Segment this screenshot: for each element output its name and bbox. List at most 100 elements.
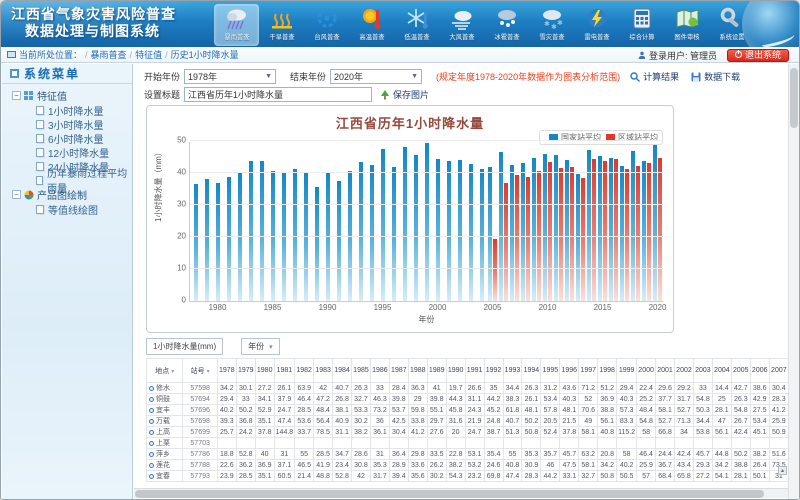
filter-arrow-icon[interactable]: ▾: [171, 369, 174, 375]
bar-国家站平均-2006[interactable]: [499, 152, 503, 301]
bar-区域站平均-2015[interactable]: [603, 161, 607, 301]
start-year-select[interactable]: 1978年▼: [184, 69, 276, 84]
bar-国家站平均-1982[interactable]: [238, 173, 242, 301]
bar-国家站平均-2016[interactable]: [609, 158, 613, 301]
bar-区域站平均-2010[interactable]: [548, 162, 552, 301]
tree-leaf-1小时降水量[interactable]: 1小时降水量: [12, 103, 132, 117]
table-row-萍乡[interactable]: 萍乡5778618.852.840315528.534.728.63136.42…: [147, 449, 789, 460]
bar-国家站平均-2020[interactable]: [653, 145, 657, 301]
horizontal-scrollbar[interactable]: [134, 488, 789, 498]
table-row-万载[interactable]: 万载5769839.336.835.147.453.656.440.930.23…: [147, 416, 789, 427]
bar-国家站平均-1993[interactable]: [359, 162, 363, 301]
toolbar-item-冰雹普查[interactable]: 冰雹普查: [484, 4, 529, 46]
toolbar-item-干旱普查[interactable]: 干旱普查: [259, 4, 304, 46]
table-row-上栗[interactable]: 上栗57703: [147, 438, 789, 449]
collapse-icon[interactable]: −: [12, 190, 21, 199]
data-download-button[interactable]: 数据下载: [691, 70, 740, 83]
bar-区域站平均-2014[interactable]: [592, 159, 596, 301]
bar-国家站平均-1990[interactable]: [326, 173, 330, 301]
bar-国家站平均-2000[interactable]: [436, 159, 440, 301]
bar-国家站平均-2012[interactable]: [565, 160, 569, 301]
bar-国家站平均-2002[interactable]: [458, 160, 462, 301]
bar-国家站平均-2018[interactable]: [631, 151, 635, 301]
toolbar-item-雪灾普查[interactable]: ✱✱✱雪灾普查: [529, 4, 574, 46]
toolbar-item-雷电普查[interactable]: 雷电普查: [574, 4, 619, 46]
toolbar-item-台风普查[interactable]: 台风普查: [304, 4, 349, 46]
bar-国家站平均-1984[interactable]: [260, 161, 264, 301]
tree-leaf-历年暴雨过程平均雨量[interactable]: 历年暴雨过程平均雨量: [12, 173, 132, 187]
bar-区域站平均-2008[interactable]: [526, 177, 530, 301]
bar-国家站平均-1980[interactable]: [216, 183, 220, 301]
bar-区域站平均-2007[interactable]: [515, 175, 519, 301]
bar-国家站平均-2008[interactable]: [521, 163, 525, 301]
bar-国家站平均-2011[interactable]: [554, 155, 558, 301]
vertical-scrollbar[interactable]: [788, 64, 799, 499]
toolbar-item-高温普查[interactable]: 高温普查: [349, 4, 394, 46]
bar-国家站平均-1979[interactable]: [205, 179, 209, 301]
table-row-修水[interactable]: 修水5759834.230.127.226.163.94240.726.3332…: [147, 383, 789, 394]
tree-leaf-12小时降水量[interactable]: 12小时降水量: [12, 145, 132, 159]
bar-区域站平均-2012[interactable]: [570, 167, 574, 301]
tree-node-特征值[interactable]: −特征值: [12, 88, 132, 103]
bar-国家站平均-1987[interactable]: [293, 169, 297, 301]
toolbar-item-综合计算[interactable]: 综合计算: [619, 4, 664, 46]
tree-leaf-6小时降水量[interactable]: 6小时降水量: [12, 131, 132, 145]
vertical-scrollbar-thumb[interactable]: [790, 68, 798, 128]
year-filter-dropdown[interactable]: 年份 ▾: [241, 338, 280, 355]
bar-国家站平均-1999[interactable]: [425, 143, 429, 301]
tree-leaf-3小时降水量[interactable]: 3小时降水量: [12, 117, 132, 131]
breadcrumb-item[interactable]: 暴雨普查: [91, 50, 127, 60]
bar-区域站平均-2013[interactable]: [581, 178, 585, 301]
bar-国家站平均-2017[interactable]: [620, 166, 624, 301]
save-image-button[interactable]: 保存图片: [380, 88, 429, 101]
bar-国家站平均-2019[interactable]: [642, 161, 646, 301]
table-row-上高[interactable]: 上高5769925.724.237.8144.833.778.531.138.2…: [147, 427, 789, 438]
toolbar-item-暴雨普查[interactable]: 暴雨普查: [214, 4, 259, 46]
column-header-station[interactable]: 站号 ▾: [183, 359, 217, 383]
horizontal-scrollbar-thumb[interactable]: [135, 490, 764, 498]
table-row-铜鼓[interactable]: 铜鼓5769429.43334.137.946.447.226.832.746.…: [147, 394, 789, 405]
bar-区域站平均-2006[interactable]: [504, 183, 508, 301]
toolbar-item-图件审核[interactable]: 图件审核: [664, 4, 709, 46]
logout-button[interactable]: 退出系统: [727, 49, 789, 62]
chart-title-input[interactable]: 江西省历年1小时降水量: [184, 87, 372, 102]
bar-国家站平均-2007[interactable]: [510, 165, 514, 301]
toolbar-item-低温普查[interactable]: 低温普查: [394, 4, 439, 46]
bar-国家站平均-2010[interactable]: [543, 154, 547, 301]
bar-国家站平均-2013[interactable]: [576, 174, 580, 301]
bar-国家站平均-1994[interactable]: [370, 165, 374, 301]
bar-国家站平均-1988[interactable]: [304, 173, 308, 301]
table-row-莲花[interactable]: 莲花5778822.636.236.937.146.541.923.430.83…: [147, 460, 789, 471]
table-row-宜丰[interactable]: 宜丰5769640.250.252.924.728.548.438.153.37…: [147, 405, 789, 416]
toolbar-item-系统设置[interactable]: 系统设置: [709, 4, 754, 46]
bar-国家站平均-2009[interactable]: [532, 158, 536, 301]
bar-国家站平均-2001[interactable]: [447, 161, 451, 301]
bar-国家站平均-1983[interactable]: [249, 161, 253, 301]
bar-国家站平均-2003[interactable]: [469, 164, 473, 301]
bar-国家站平均-2015[interactable]: [598, 156, 602, 301]
bar-区域站平均-2016[interactable]: [614, 159, 618, 301]
bar-国家站平均-2005[interactable]: [488, 167, 492, 301]
bar-国家站平均-1981[interactable]: [227, 177, 231, 301]
bar-区域站平均-2018[interactable]: [636, 166, 640, 301]
filter-arrow-icon[interactable]: ▾: [207, 369, 210, 375]
bar-区域站平均-2020[interactable]: [658, 158, 662, 301]
table-row-宜春[interactable]: 宜春5779323.928.535.160.521.448.852.84231.…: [147, 471, 789, 482]
breadcrumb-item[interactable]: 历史1小时降水量: [171, 50, 239, 60]
bar-国家站平均-2004[interactable]: [480, 169, 484, 301]
collapse-icon[interactable]: −: [12, 91, 21, 100]
bar-区域站平均-2011[interactable]: [559, 168, 563, 301]
calc-result-button[interactable]: 计算结果: [630, 70, 679, 83]
end-year-select[interactable]: 2020年▼: [330, 69, 422, 84]
table-scroll-up-button[interactable]: ▴: [778, 466, 787, 475]
bar-国家站平均-1997[interactable]: [403, 147, 407, 301]
bar-国家站平均-1978[interactable]: [194, 184, 198, 301]
bar-国家站平均-1991[interactable]: [337, 181, 341, 301]
bar-区域站平均-2019[interactable]: [647, 163, 651, 301]
toolbar-item-大风普查[interactable]: 大风普查: [439, 4, 484, 46]
tree-leaf-等值线绘图[interactable]: 等值线绘图: [12, 202, 132, 216]
column-header-name[interactable]: 地点 ▾: [147, 359, 183, 383]
unit-dropdown[interactable]: 1小时降水量(mm): [146, 338, 223, 355]
bar-区域站平均-2005[interactable]: [493, 239, 497, 301]
bar-国家站平均-1998[interactable]: [414, 155, 418, 301]
